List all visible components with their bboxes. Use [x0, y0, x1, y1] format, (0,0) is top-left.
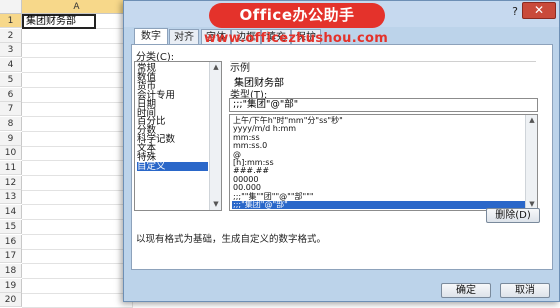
gridline: [22, 101, 132, 103]
gridline: [22, 204, 132, 206]
cell-a1[interactable]: 集团财务部: [22, 14, 96, 29]
gridline: [22, 263, 132, 265]
row-header[interactable]: 5: [0, 72, 22, 87]
row-header[interactable]: 1: [0, 14, 22, 28]
scroll-up-icon[interactable]: ▲: [211, 62, 221, 72]
format-code-item[interactable]: mm:ss: [232, 133, 525, 142]
gridline: [22, 116, 132, 118]
gridline: [22, 86, 132, 88]
gridline: [22, 42, 132, 44]
category-item[interactable]: 自定义: [137, 162, 208, 171]
gridline: [22, 277, 132, 279]
help-button[interactable]: ?: [508, 5, 522, 19]
scroll-up-icon[interactable]: ▲: [527, 115, 537, 125]
gridline: [22, 233, 132, 235]
gridline: [22, 175, 132, 176]
column-header-a[interactable]: A: [22, 0, 132, 14]
category-scrollbar[interactable]: ▲ ▼: [209, 62, 221, 210]
format-code-item[interactable]: @: [232, 150, 525, 159]
delete-button[interactable]: 删除(D): [486, 208, 540, 223]
cancel-button[interactable]: 取消: [500, 283, 550, 298]
row-header[interactable]: 14: [0, 205, 22, 220]
row-header[interactable]: 10: [0, 146, 22, 161]
row-header[interactable]: 4: [0, 58, 22, 73]
format-code-item[interactable]: yyyy/m/d h:mm: [232, 124, 525, 133]
row-header[interactable]: 19: [0, 278, 22, 293]
tab-number[interactable]: 数字: [134, 28, 168, 45]
gridline: [22, 57, 132, 59]
row-header[interactable]: 2: [0, 28, 22, 43]
watermark-logo: Office办公助手: [209, 3, 385, 28]
row-header[interactable]: 16: [0, 234, 22, 249]
format-code-list[interactable]: 上午/下午h"时"mm"分"ss"秒" yyyy/m/d h:mm mm:ss mm:…: [229, 114, 538, 211]
gridline: [22, 160, 132, 162]
format-code-item[interactable]: [h]:mm:ss: [232, 158, 525, 167]
row-header[interactable]: 7: [0, 102, 22, 117]
scroll-down-icon[interactable]: ▼: [211, 199, 221, 209]
type-input[interactable]: ;;;"集团"@"部": [229, 98, 538, 112]
row-header[interactable]: 15: [0, 219, 22, 234]
row-header[interactable]: 6: [0, 87, 22, 102]
row-header[interactable]: 20: [0, 293, 22, 308]
gridline: [22, 189, 132, 191]
format-cells-dialog: 格式 ? ✕ 数字对齐字体边框填充保护 分类(C): 常规数值货币会计专用日期时…: [123, 0, 560, 302]
description-text: 以现有格式为基础，生成自定义的数字格式。: [136, 234, 327, 245]
gridline: [22, 219, 132, 221]
ok-button[interactable]: 确定: [441, 283, 491, 298]
close-button[interactable]: ✕: [522, 2, 556, 19]
tab-alignment[interactable]: 对齐: [169, 29, 199, 45]
format-code-item[interactable]: 00000: [232, 175, 525, 184]
row-header[interactable]: 9: [0, 131, 22, 146]
row-header[interactable]: 3: [0, 43, 22, 58]
gridline: [22, 292, 132, 294]
row-header[interactable]: 18: [0, 263, 22, 278]
gridline: [22, 72, 132, 74]
gridline: [22, 145, 132, 147]
gridline: [22, 130, 132, 132]
sample-label: 示例: [230, 63, 250, 74]
row-header[interactable]: 17: [0, 249, 22, 264]
format-scrollbar[interactable]: ▲ ▼: [525, 115, 537, 210]
gridline: [22, 248, 132, 250]
category-list[interactable]: 常规 数值 货币 会计专用 日期 时间 百分比 分数 科学记数 文本 特殊 自定义 ▲ ▼: [134, 61, 222, 211]
format-code-item[interactable]: ###.##: [232, 166, 525, 175]
row-header[interactable]: 11: [0, 161, 22, 175]
select-all-corner[interactable]: [0, 0, 22, 14]
watermark-url: www.officezhushou.com: [204, 31, 389, 46]
format-code-item[interactable]: mm:ss.0: [232, 141, 525, 150]
row-header[interactable]: 8: [0, 116, 22, 131]
row-header[interactable]: 13: [0, 190, 22, 205]
format-code-item[interactable]: ;;;"集团"@"部": [232, 200, 525, 210]
row-header[interactable]: 12: [0, 175, 22, 190]
